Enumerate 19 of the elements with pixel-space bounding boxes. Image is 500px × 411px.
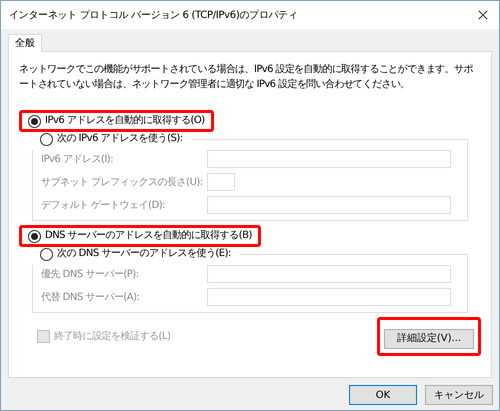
description-text: ネットワークでこの機能がサポートされている場合は、IPv6 設定を自動的に取得することができます。サポートされていない場合は、ネットワーク管理者に適切な IPv6 設定を問い合わせてください。 [19,62,474,92]
field-label: デフォルト ゲートウェイ(D): [41,198,166,212]
field-label: 代替 DNS サーバー(A): [41,290,140,304]
field-label: サブネット プレフィックスの長さ(U): [41,176,204,190]
radio-option[interactable]: IPv6 アドレスを自動的に取得する(O) [24,114,209,128]
tab[interactable]: 全般 [8,34,42,52]
field-label: 優先 DNS サーバー(P): [41,268,140,282]
radio-option[interactable]: 次の IPv6 アドレスを使う(S): [36,132,187,146]
field-label: IPv6 アドレス(I): [41,152,114,166]
radio-button[interactable] [40,248,53,260]
radio-button[interactable] [28,114,41,128]
dialog-button[interactable]: キャンセル [425,385,493,405]
radio-option[interactable]: 次の DNS サーバーのアドレスを使う(E): [36,247,235,261]
dialog-button[interactable]: OK [349,385,417,405]
window-title: インターネット プロトコル バージョン 6 (TCP/IPv6)のプロパティ [9,8,298,22]
radio-button[interactable] [40,132,53,146]
advanced-button[interactable]: 詳細設定(V)... [384,328,474,348]
radio-option[interactable]: DNS サーバーのアドレスを自動的に取得する(B) [24,229,256,243]
radio-button[interactable] [28,230,41,242]
